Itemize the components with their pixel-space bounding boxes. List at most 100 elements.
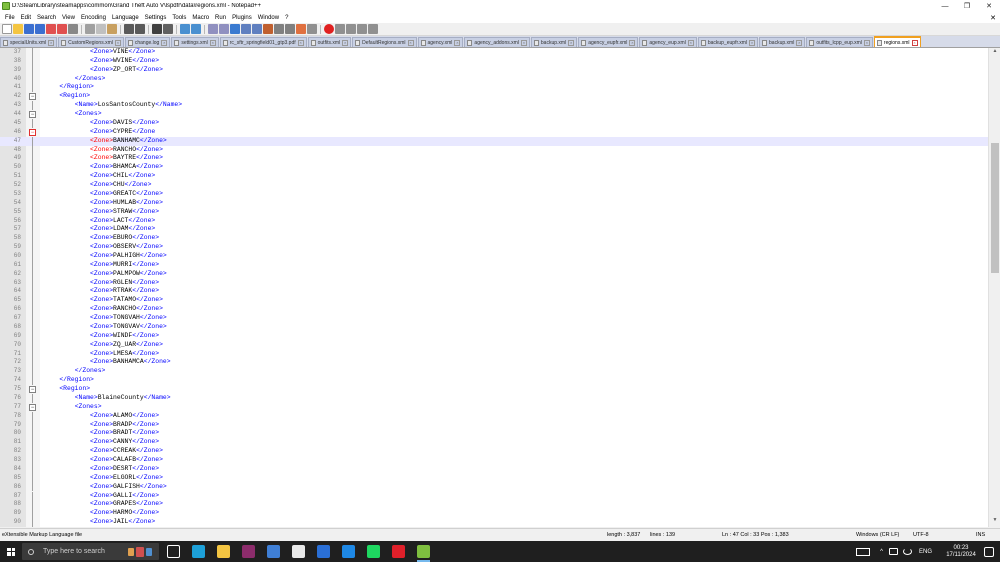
- restore-button[interactable]: ❐: [956, 0, 978, 12]
- stop-macro-icon[interactable]: [335, 24, 345, 34]
- fold-toggle-icon[interactable]: −: [29, 128, 36, 136]
- save-icon[interactable]: [24, 24, 34, 34]
- tab-close-icon[interactable]: ×: [161, 39, 168, 46]
- scrollbar-thumb[interactable]: [991, 143, 999, 273]
- doc-map-icon[interactable]: [274, 24, 284, 34]
- menu-edit[interactable]: Edit: [18, 15, 34, 21]
- open-file-icon[interactable]: [13, 24, 23, 34]
- taskbar-search-box[interactable]: Type here to search: [22, 543, 159, 560]
- find-icon[interactable]: [152, 24, 162, 34]
- menu-search[interactable]: Search: [34, 15, 59, 21]
- show-all-chars-icon[interactable]: [241, 24, 251, 34]
- volume-icon[interactable]: [902, 548, 912, 555]
- close-button[interactable]: ✕: [978, 0, 1000, 12]
- sync-vertical-icon[interactable]: [208, 24, 218, 34]
- tab-1[interactable]: CustomRegions.xml ×: [58, 37, 124, 47]
- menu-file[interactable]: File: [2, 15, 18, 21]
- network-icon[interactable]: [888, 548, 898, 555]
- fold-toggle-icon[interactable]: −: [29, 386, 36, 394]
- tab-10[interactable]: agency_eupfr.xml ×: [578, 37, 639, 47]
- tab-close-icon[interactable]: ×: [629, 39, 636, 46]
- tab-close-icon[interactable]: ×: [454, 39, 461, 46]
- tab-0[interactable]: specialUnits.xml ×: [0, 37, 58, 47]
- menu-view[interactable]: View: [59, 15, 78, 21]
- menu-settings[interactable]: Settings: [142, 15, 170, 21]
- tab-15[interactable]: regions.xml ×: [873, 36, 921, 47]
- notepad-taskbar-button[interactable]: [286, 541, 311, 562]
- save-all-icon[interactable]: [35, 24, 45, 34]
- sync-horizontal-icon[interactable]: [219, 24, 229, 34]
- tab-close-icon[interactable]: ×: [749, 39, 756, 46]
- play-macro-icon[interactable]: [346, 24, 356, 34]
- tab-close-icon[interactable]: ×: [342, 39, 349, 46]
- fold-toggle-icon[interactable]: −: [29, 93, 36, 101]
- task-view-taskbar-button[interactable]: [161, 541, 186, 562]
- spotify-taskbar-button[interactable]: [361, 541, 386, 562]
- tab-close-icon[interactable]: ×: [568, 39, 575, 46]
- menu-help[interactable]: ?: [282, 15, 291, 21]
- rockstar-launcher-taskbar-button[interactable]: [311, 541, 336, 562]
- copy-icon[interactable]: [96, 24, 106, 34]
- tab-9[interactable]: backup.xml ×: [530, 37, 578, 47]
- menu-language[interactable]: Language: [109, 15, 142, 21]
- opera-taskbar-button[interactable]: [386, 541, 411, 562]
- notification-icon[interactable]: [984, 546, 994, 557]
- code-editor[interactable]: 37 <Zone>VINE</Zone> 38 <Zone>WVINE</Zone…: [0, 48, 988, 527]
- print-icon[interactable]: [68, 24, 78, 34]
- fold-toggle-icon[interactable]: −: [29, 403, 36, 411]
- menu-plugins[interactable]: Plugins: [229, 15, 255, 21]
- monitoring-icon[interactable]: [307, 24, 317, 34]
- tab-close-icon[interactable]: ×: [48, 39, 55, 46]
- fold-toggle-icon[interactable]: −: [29, 111, 36, 119]
- tab-12[interactable]: backup_eupfr.xml ×: [697, 37, 759, 47]
- start-button[interactable]: [0, 541, 22, 562]
- tab-6[interactable]: DefaultRegions.xml ×: [352, 37, 417, 47]
- notepadpp-taskbar-button[interactable]: [411, 541, 436, 562]
- language-indicator[interactable]: ENG: [919, 549, 932, 555]
- record-macro-icon[interactable]: [324, 24, 334, 34]
- tab-close-icon[interactable]: ×: [209, 39, 216, 46]
- new-file-icon[interactable]: [2, 24, 12, 34]
- zoom-out-icon[interactable]: [191, 24, 201, 34]
- scroll-up-icon[interactable]: ▲: [989, 48, 1000, 58]
- run-macro-multiple-icon[interactable]: [357, 24, 367, 34]
- folder-workspace-icon[interactable]: [296, 24, 306, 34]
- function-list-icon[interactable]: [285, 24, 295, 34]
- tab-5[interactable]: outfits.xml ×: [307, 37, 352, 47]
- tab-close-icon[interactable]: ×: [520, 39, 527, 46]
- tab-close-icon[interactable]: ×: [687, 39, 694, 46]
- keyboard-icon[interactable]: [856, 547, 871, 556]
- close-document-button[interactable]: ✕: [986, 14, 1000, 22]
- minimize-button[interactable]: —: [934, 0, 956, 12]
- menu-run[interactable]: Run: [212, 15, 229, 21]
- tab-4[interactable]: rc_sftr_springfield01_gtp3.pdf ×: [219, 37, 307, 47]
- menu-tools[interactable]: Tools: [169, 15, 189, 21]
- file-explorer-taskbar-button[interactable]: [211, 541, 236, 562]
- indent-guide-icon[interactable]: [252, 24, 262, 34]
- tab-close-icon[interactable]: ×: [911, 39, 918, 46]
- calculator-taskbar-button[interactable]: [336, 541, 361, 562]
- tab-3[interactable]: settings.xml ×: [171, 37, 219, 47]
- tab-close-icon[interactable]: ×: [863, 39, 870, 46]
- zoom-in-icon[interactable]: [180, 24, 190, 34]
- winrar-taskbar-button[interactable]: [236, 541, 261, 562]
- menu-encoding[interactable]: Encoding: [78, 15, 109, 21]
- tab-close-icon[interactable]: ×: [297, 39, 304, 46]
- menu-macro[interactable]: Macro: [189, 15, 212, 21]
- close-all-icon[interactable]: [57, 24, 67, 34]
- udl-icon[interactable]: [263, 24, 273, 34]
- vertical-scrollbar[interactable]: ▲ ▼: [988, 48, 1000, 527]
- word-wrap-icon[interactable]: [230, 24, 240, 34]
- replace-icon[interactable]: [163, 24, 173, 34]
- tab-2[interactable]: change.log ×: [124, 37, 171, 47]
- cut-icon[interactable]: [85, 24, 95, 34]
- store-taskbar-button[interactable]: [261, 541, 286, 562]
- tab-13[interactable]: backup.xml ×: [759, 37, 806, 47]
- tab-14[interactable]: outfits_lcpp_eup.xml ×: [806, 37, 873, 47]
- tab-7[interactable]: agency.xml ×: [417, 37, 464, 47]
- redo-icon[interactable]: [135, 24, 145, 34]
- tab-close-icon[interactable]: ×: [796, 39, 803, 46]
- scroll-down-icon[interactable]: ▼: [989, 517, 1000, 527]
- paste-icon[interactable]: [107, 24, 117, 34]
- menu-window[interactable]: Window: [255, 15, 282, 21]
